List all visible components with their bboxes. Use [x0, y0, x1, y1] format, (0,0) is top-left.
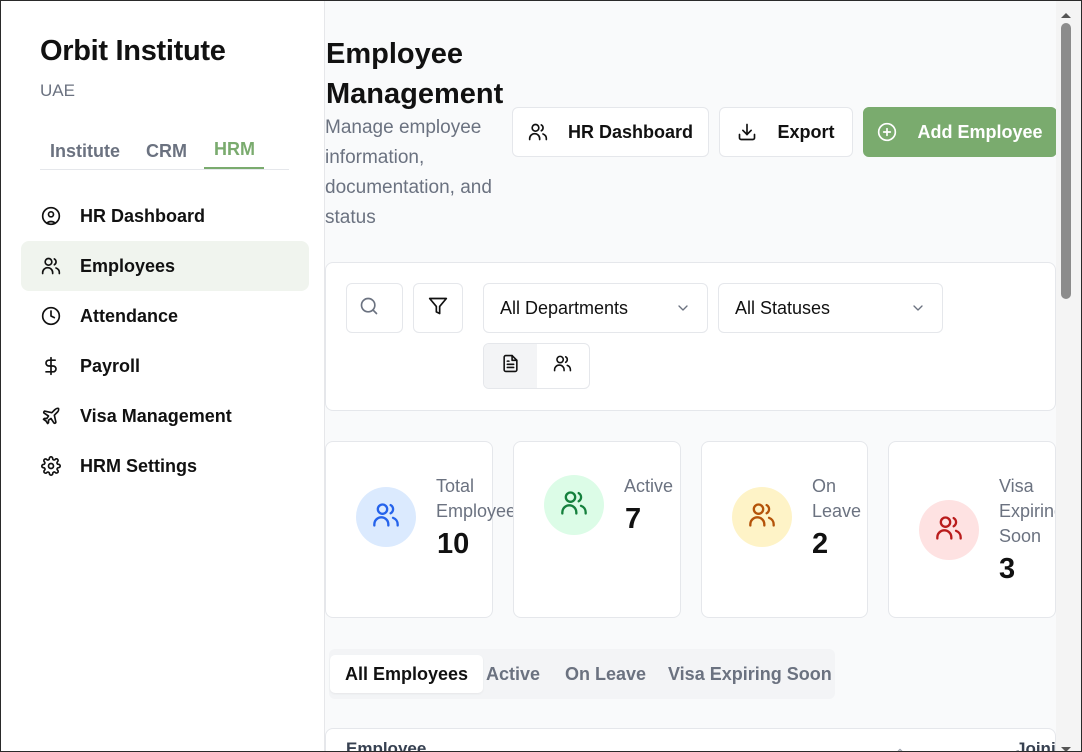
stat-icon-circle	[919, 500, 979, 560]
sidebar-item-hrm-settings[interactable]: HRM Settings	[21, 441, 309, 491]
view-toggle	[483, 343, 590, 389]
sidebar: Orbit Institute UAE Institute CRM HRM HR…	[1, 1, 325, 751]
stat-card-visa-expiring: Visa Expiring Soon 3	[888, 441, 1056, 618]
sidebar-item-label: HRM Settings	[80, 455, 197, 476]
add-employee-button[interactable]: Add Employee	[863, 107, 1057, 157]
tab-all-employees[interactable]: All Employees	[330, 655, 484, 693]
main-content: Employee Management Manage employee info…	[325, 1, 1057, 751]
stat-label: On Leave	[812, 476, 862, 521]
employee-table: Employee Joini	[325, 728, 1056, 751]
users-icon	[553, 354, 572, 378]
users-icon	[372, 501, 400, 534]
sidebar-item-visa-management[interactable]: Visa Management	[21, 391, 309, 441]
brand-subtitle: UAE	[40, 81, 75, 100]
stat-value: 7	[625, 503, 642, 535]
module-tabs: Institute CRM HRM	[40, 137, 289, 170]
hr-dashboard-label: HR Dashboard	[567, 121, 693, 142]
chevron-down-icon	[910, 300, 926, 316]
department-select-value: All Departments	[500, 297, 629, 318]
users-icon	[935, 514, 963, 547]
stat-value: 2	[812, 528, 829, 560]
filter-card: All Departments All Statuses	[325, 262, 1056, 411]
scrollbar-thumb[interactable]	[1061, 23, 1071, 299]
sidebar-item-payroll[interactable]: Payroll	[21, 341, 309, 391]
sidebar-item-hr-dashboard[interactable]: HR Dashboard	[21, 191, 309, 241]
app-window: Orbit Institute UAE Institute CRM HRM HR…	[0, 0, 1082, 752]
tab-active[interactable]: Active	[486, 655, 540, 693]
search-input[interactable]	[346, 283, 403, 333]
stat-label: Total Employees	[436, 476, 526, 521]
sidebar-item-employees[interactable]: Employees	[21, 241, 309, 291]
tab-visa-expiring-soon[interactable]: Visa Expiring Soon	[668, 655, 832, 693]
stat-card-total-employees: Total Employees 10	[325, 441, 525, 618]
sidebar-item-label: Attendance	[80, 305, 179, 326]
brand-name: Orbit Institute	[40, 35, 226, 67]
users-icon	[528, 122, 548, 142]
module-tab-hrm[interactable]: HRM	[204, 139, 264, 169]
download-icon	[737, 122, 757, 142]
list-view-button[interactable]	[484, 344, 537, 388]
stat-value: 3	[999, 553, 1016, 585]
dollar-icon	[41, 356, 61, 376]
sort-icon[interactable]	[893, 747, 907, 751]
user-circle-icon	[41, 206, 61, 226]
users-icon	[748, 501, 776, 534]
users-icon	[41, 256, 61, 276]
add-employee-label: Add Employee	[917, 121, 1043, 142]
clock-icon	[41, 306, 61, 326]
sidebar-item-label: HR Dashboard	[80, 205, 206, 226]
sidebar-item-label: Employees	[80, 255, 176, 276]
users-icon	[560, 489, 588, 522]
stat-label: Visa Expiring Soon	[999, 476, 1055, 546]
plus-circle-icon	[877, 122, 897, 142]
page-subtitle: Manage employee information, documentati…	[325, 117, 492, 228]
filter-button[interactable]	[413, 283, 463, 333]
card-view-button[interactable]	[537, 344, 590, 388]
search-icon	[359, 296, 379, 321]
stat-icon-circle	[356, 487, 416, 547]
hr-dashboard-button[interactable]: HR Dashboard	[512, 107, 709, 157]
export-label: Export	[777, 121, 835, 142]
stat-icon-circle	[544, 475, 604, 535]
stat-card-active: Active 7	[513, 441, 681, 618]
module-tab-institute[interactable]: Institute	[50, 141, 120, 162]
department-select[interactable]: All Departments	[483, 283, 708, 333]
tab-on-leave[interactable]: On Leave	[565, 655, 646, 693]
employee-tabs: All Employees Active On Leave Visa Expir…	[329, 649, 835, 699]
export-button[interactable]: Export	[719, 107, 853, 157]
module-tab-crm[interactable]: CRM	[146, 141, 187, 162]
chevron-down-icon	[675, 300, 691, 316]
stat-value: 10	[437, 528, 470, 560]
sidebar-item-attendance[interactable]: Attendance	[21, 291, 309, 341]
document-icon	[501, 354, 520, 378]
status-select[interactable]: All Statuses	[718, 283, 943, 333]
plane-icon	[41, 406, 61, 426]
scroll-down-arrow-icon[interactable]	[1059, 742, 1073, 751]
column-header-joining[interactable]: Joini	[1016, 739, 1056, 751]
page-title: Employee Management	[326, 38, 504, 110]
stat-card-on-leave: On Leave 2	[701, 441, 868, 618]
filter-icon	[428, 296, 448, 321]
sidebar-item-label: Payroll	[80, 355, 141, 376]
stat-label: Active	[624, 476, 674, 496]
sidebar-item-label: Visa Management	[80, 405, 232, 426]
gear-icon	[41, 456, 61, 476]
stat-icon-circle	[732, 487, 792, 547]
column-header-employee[interactable]: Employee	[346, 739, 426, 751]
status-select-value: All Statuses	[735, 297, 831, 318]
